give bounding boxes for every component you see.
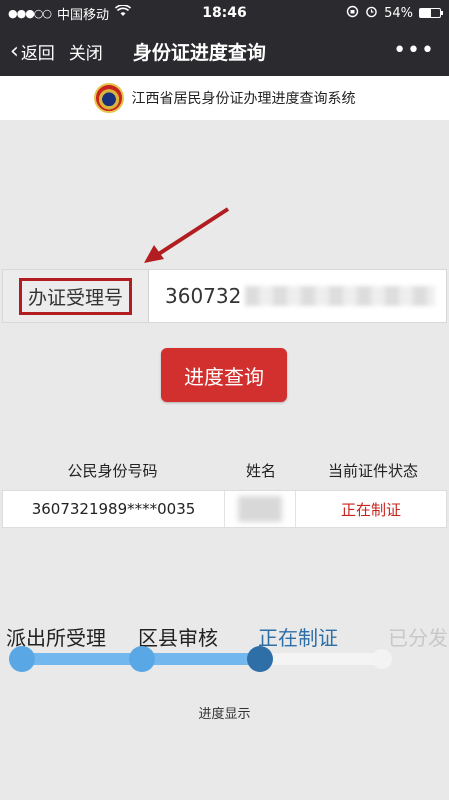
step-node-4 (372, 649, 392, 669)
system-banner: 江西省居民身份证办理进度查询系统 (0, 76, 449, 120)
more-menu-button[interactable]: ••• (393, 38, 435, 63)
rotation-lock-icon (346, 5, 359, 22)
redacted-blur (245, 286, 436, 306)
header-name: 姓名 (245, 461, 276, 480)
field-label-box: 办证受理号 (3, 270, 149, 322)
header-id-number: 公民身份号码 (67, 461, 158, 480)
step-label-4: 已分发 (388, 626, 448, 650)
field-label: 办证受理号 (18, 277, 132, 315)
chevron-left-icon: ‹ (10, 38, 19, 64)
page-title: 身份证进度查询 (132, 41, 266, 64)
acceptance-number-row: 办证受理号 360732 (2, 269, 447, 323)
step-node-3 (247, 646, 273, 672)
back-button[interactable]: ‹ 返回 (0, 39, 55, 64)
step-label-2: 区县审核 (138, 626, 218, 650)
battery-icon (419, 8, 443, 18)
status-bar: ●●●○○ 中国移动 18:46 54% (0, 0, 449, 26)
nav-bar: ‹ 返回 关闭 身份证进度查询 ••• (0, 26, 449, 76)
cell-name (225, 491, 297, 527)
input-value-text: 360732 (165, 284, 242, 308)
acceptance-number-input[interactable]: 360732 (149, 270, 446, 322)
police-emblem-icon (93, 83, 124, 113)
header-status: 当前证件状态 (327, 461, 418, 480)
step-node-2 (129, 646, 155, 672)
back-label: 返回 (20, 43, 55, 64)
signal-dots-icon: ●●●○○ (8, 6, 52, 20)
wifi-icon (114, 4, 132, 21)
progress-caption: 进度显示 (198, 707, 251, 722)
close-button[interactable]: 关闭 (69, 39, 103, 64)
annotation-arrow-icon (144, 207, 230, 263)
query-button[interactable]: 进度查询 (161, 348, 287, 402)
table-header: 公民身份号码 姓名 当前证件状态 (0, 452, 449, 488)
step-label-3: 正在制证 (258, 626, 338, 650)
table-row: 3607321989****0035 正在制证 (2, 490, 447, 528)
redacted-name (238, 496, 283, 522)
cell-id-number: 3607321989****0035 (3, 491, 225, 527)
carrier-label: 中国移动 (57, 7, 110, 23)
status-left: ●●●○○ 中国移动 (8, 4, 132, 23)
system-title: 江西省居民身份证办理进度查询系统 (131, 91, 356, 107)
cell-status: 正在制证 (341, 500, 402, 519)
step-node-1 (9, 646, 35, 672)
status-right: 54% (346, 5, 443, 22)
alarm-icon (365, 5, 378, 22)
battery-percent: 54% (384, 5, 413, 21)
